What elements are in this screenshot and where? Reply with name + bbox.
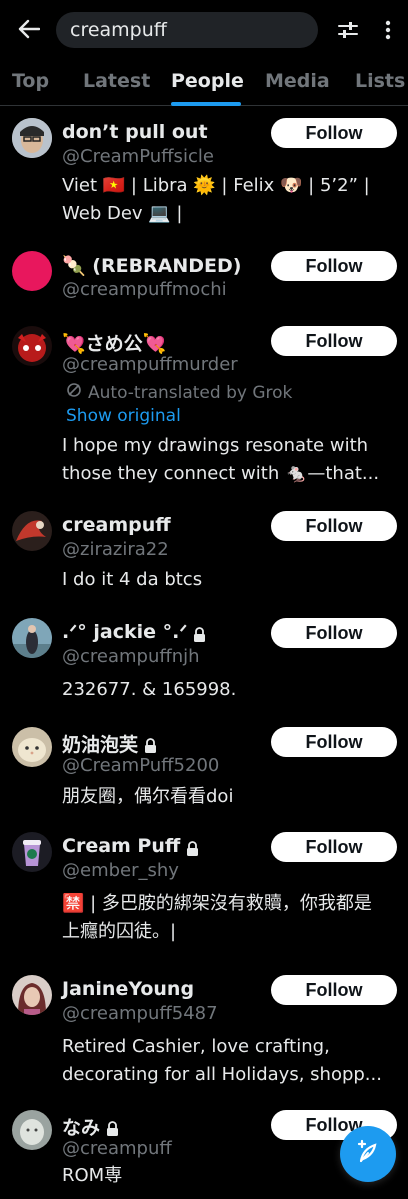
- person-row[interactable]: Cream Puff @ember_shy Follow 🈲 | 多巴胺的綁架沒…: [0, 832, 408, 952]
- display-name: JanineYoung: [62, 978, 195, 1000]
- person-row[interactable]: JanineYoung @creampuff5487 Follow Retire…: [0, 975, 408, 1090]
- bio-line: 上癮的囚徒。|: [62, 921, 177, 942]
- bio-line: decorating for all Holidays, shopp...: [62, 1064, 382, 1085]
- user-bio: Retired Cashier, love crafting, decorati…: [62, 1033, 398, 1089]
- user-bio: I hope my drawings resonate with those t…: [62, 432, 398, 488]
- search-query: creampuff: [70, 19, 167, 41]
- bio-line: I do it 4 da btcs: [62, 569, 203, 590]
- display-name: Cream Puff: [62, 835, 199, 857]
- search-tabs: Top Latest People Media Lists: [0, 60, 408, 106]
- user-handle: @creampuff5487: [62, 1003, 218, 1024]
- bio-line: I hope my drawings resonate with: [62, 435, 369, 456]
- follow-button[interactable]: Follow: [271, 118, 397, 148]
- display-name: 💘さめ公💘: [62, 333, 167, 355]
- user-handle: @creampuffmochi: [62, 279, 227, 300]
- lock-icon: [106, 1119, 119, 1136]
- follow-button[interactable]: Follow: [271, 618, 397, 648]
- bio-line: Retired Cashier, love crafting,: [62, 1036, 330, 1057]
- avatar[interactable]: [12, 727, 52, 767]
- person-row[interactable]: .ᐟ° jackie °.ᐟ @creampuffnjh Follow 2326…: [0, 618, 408, 708]
- bio-line: Viet 🇻🇳 | Libra 🌞 | Felix 🐶 | 5’2” |: [62, 175, 370, 196]
- display-name: なみ: [62, 1113, 119, 1140]
- avatar[interactable]: [12, 511, 52, 551]
- follow-button[interactable]: Follow: [271, 832, 397, 862]
- lock-icon: [144, 736, 157, 753]
- follow-button[interactable]: Follow: [271, 975, 397, 1005]
- display-name: 🍡 (REBRANDED): [62, 255, 242, 277]
- user-handle: @creampuffnjh: [62, 646, 200, 667]
- user-bio: 232677. & 165998.: [62, 676, 398, 704]
- follow-button[interactable]: Follow: [271, 727, 397, 757]
- more-vertical-icon[interactable]: [376, 16, 400, 44]
- tab-media[interactable]: Media: [265, 70, 330, 92]
- sliders-icon[interactable]: [334, 16, 362, 44]
- follow-button[interactable]: Follow: [271, 251, 397, 281]
- display-name: don’t pull out: [62, 121, 208, 143]
- lock-icon: [193, 625, 206, 642]
- compose-button[interactable]: [340, 1126, 396, 1182]
- follow-button[interactable]: Follow: [271, 326, 397, 356]
- bio-line: those they connect with 🐁—that...: [62, 463, 380, 484]
- person-row[interactable]: creampuff @zirazira22 Follow I do it 4 d…: [0, 511, 408, 596]
- user-handle: @creampuff: [62, 1138, 172, 1159]
- display-name: .ᐟ° jackie °.ᐟ: [62, 621, 206, 643]
- top-bar: creampuff: [0, 0, 408, 60]
- user-handle: @zirazira22: [62, 539, 169, 560]
- user-bio: 朋友圈，偶尔看看doi: [62, 783, 398, 811]
- tab-people[interactable]: People: [171, 70, 244, 92]
- person-row[interactable]: don’t pull out @CreamPuffsicle Follow Vi…: [0, 118, 408, 228]
- avatar[interactable]: [12, 326, 52, 366]
- show-original-link[interactable]: Show original: [66, 406, 181, 426]
- display-name: creampuff: [62, 514, 171, 536]
- avatar[interactable]: [12, 832, 52, 872]
- avatar[interactable]: [12, 118, 52, 158]
- avatar[interactable]: [12, 251, 52, 291]
- user-bio: I do it 4 da btcs: [62, 566, 398, 594]
- avatar[interactable]: [12, 618, 52, 658]
- search-input[interactable]: creampuff: [56, 12, 318, 48]
- bio-line: 232677. & 165998.: [62, 679, 237, 700]
- user-handle: @creampuffmurder: [62, 354, 238, 375]
- person-row[interactable]: 奶油泡芙 @CreamPuff5200 Follow 朋友圈，偶尔看看doi: [0, 727, 408, 817]
- user-handle: @CreamPuffsicle: [62, 146, 214, 167]
- user-handle: @ember_shy: [62, 860, 179, 881]
- user-handle: @CreamPuff5200: [62, 755, 220, 776]
- auto-translated-notice: Auto-translated by Grok: [66, 382, 292, 403]
- tab-top[interactable]: Top: [12, 70, 49, 92]
- grok-icon: [66, 382, 82, 403]
- active-tab-indicator: [171, 102, 241, 106]
- tab-lists[interactable]: Lists: [355, 70, 405, 92]
- display-name: 奶油泡芙: [62, 730, 157, 757]
- lock-icon: [186, 839, 199, 856]
- follow-button[interactable]: Follow: [271, 511, 397, 541]
- tab-latest[interactable]: Latest: [83, 70, 150, 92]
- bio-line: Web Dev 💻 |: [62, 203, 183, 224]
- avatar[interactable]: [12, 975, 52, 1015]
- avatar[interactable]: [12, 1110, 52, 1150]
- user-bio: Viet 🇻🇳 | Libra 🌞 | Felix 🐶 | 5’2” | Web…: [62, 172, 398, 228]
- feather-plus-icon: [355, 1139, 381, 1169]
- bio-line: 朋友圈，偶尔看看doi: [62, 786, 234, 807]
- person-row[interactable]: 💘さめ公💘 @creampuffmurder Follow Auto-trans…: [0, 326, 408, 496]
- user-bio: 🈲 | 多巴胺的綁架沒有救贖，你我都是 上癮的囚徒。|: [62, 890, 398, 946]
- person-row[interactable]: 🍡 (REBRANDED) @creampuffmochi Follow: [0, 251, 408, 311]
- bio-line: 🈲 | 多巴胺的綁架沒有救贖，你我都是: [62, 893, 372, 914]
- back-arrow-icon[interactable]: [14, 14, 44, 44]
